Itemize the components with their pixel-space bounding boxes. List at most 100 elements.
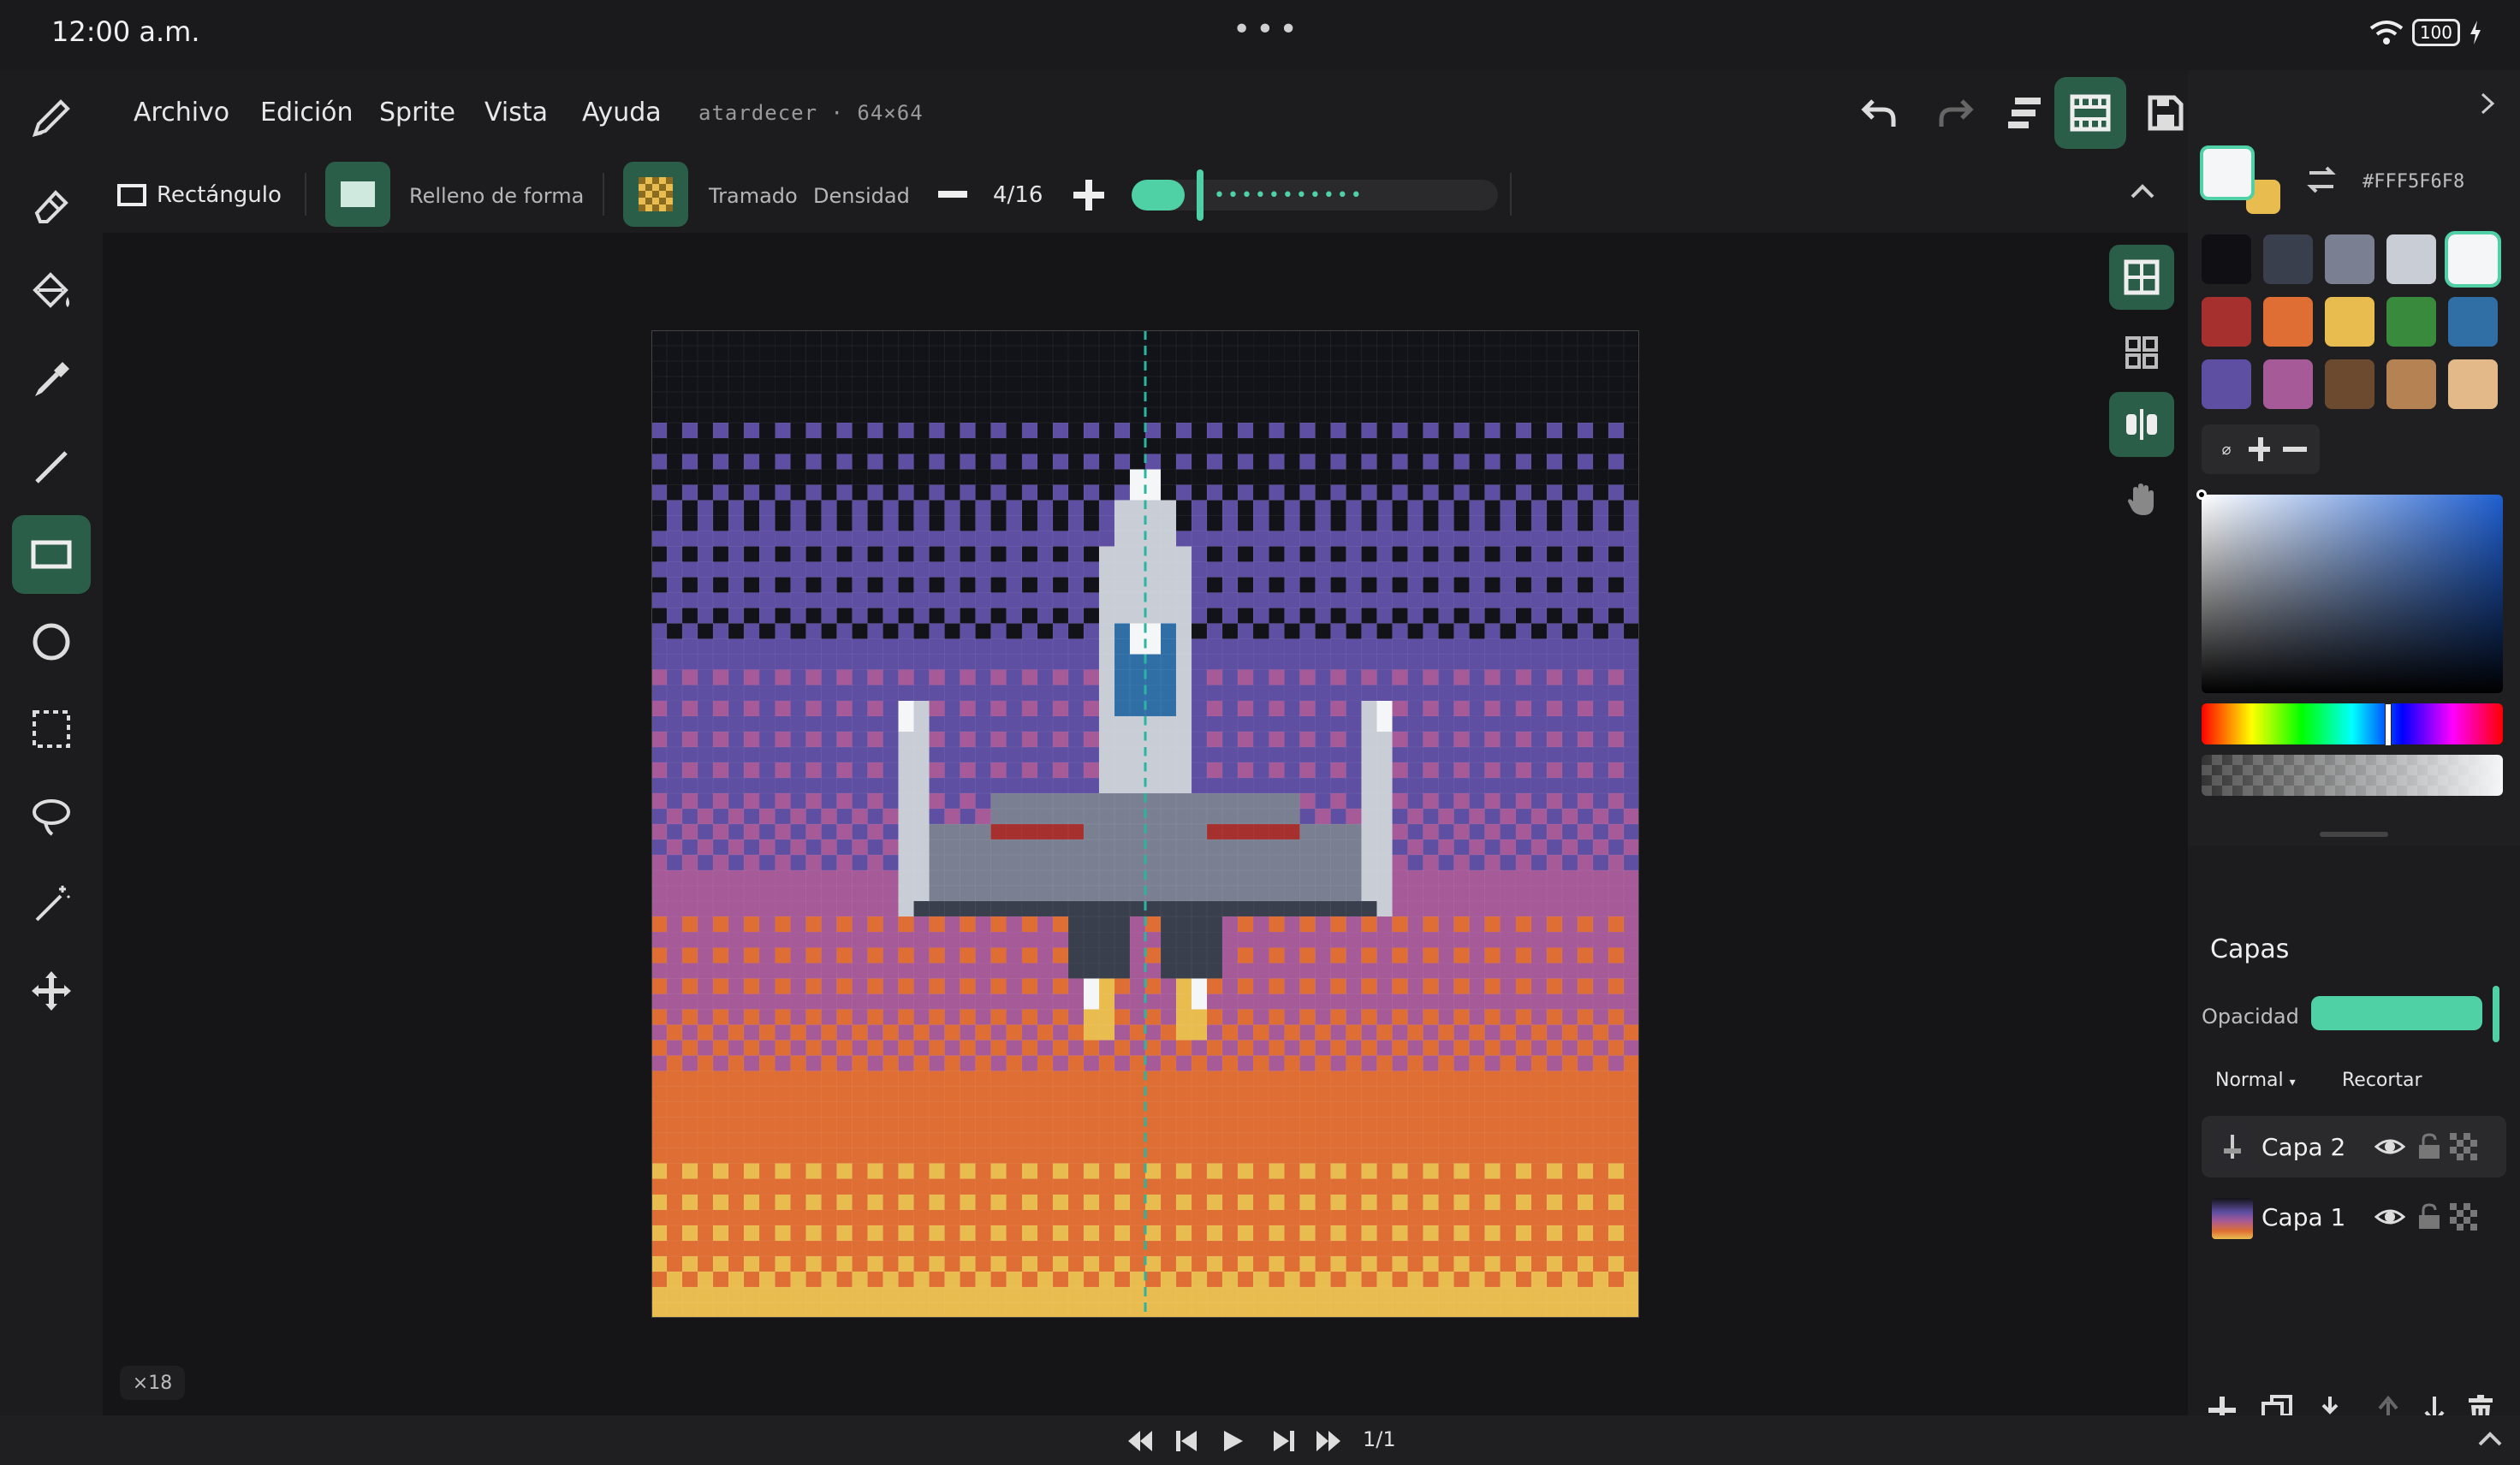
alpha-lock-icon[interactable]: [2448, 1201, 2479, 1232]
dither-pixel: [1577, 1194, 1593, 1210]
grid-toggle[interactable]: [2109, 245, 2174, 310]
hue-slider-thumb[interactable]: [2385, 703, 2392, 746]
primary-color-swatch[interactable]: [2200, 145, 2255, 200]
dither-pixel: [1608, 1163, 1624, 1179]
menu-edicion[interactable]: Edición: [260, 98, 354, 128]
magic-wand-tool[interactable]: [12, 864, 91, 943]
rectangle-tool[interactable]: [12, 515, 91, 594]
menu-vista[interactable]: Vista: [484, 98, 548, 128]
panel-resize-handle[interactable]: [2320, 832, 2388, 837]
palette-swatch[interactable]: [2325, 359, 2374, 409]
hex-color-value[interactable]: #FFF5F6F8: [2362, 171, 2464, 193]
dither-pixel: [1484, 731, 1501, 747]
layer-row-1[interactable]: Capa 1: [2202, 1186, 2506, 1248]
palette-swatch[interactable]: [2445, 231, 2501, 288]
saturation-value-picker[interactable]: [2196, 489, 2503, 693]
swap-colors-icon[interactable]: [2304, 163, 2339, 197]
collapse-options-chevron-icon[interactable]: [2130, 183, 2155, 200]
layer-name[interactable]: Capa 2: [2261, 1133, 2345, 1161]
clip-button[interactable]: Recortar: [2342, 1070, 2422, 1091]
line-tool[interactable]: [12, 428, 91, 507]
density-decrease-button[interactable]: [938, 188, 967, 200]
palette-swatch[interactable]: [2325, 234, 2374, 284]
pencil-tool[interactable]: [12, 79, 91, 157]
expand-timeline-chevron-icon[interactable]: [2477, 1431, 2503, 1448]
dither-pixel: [990, 916, 1007, 933]
eraser-tool[interactable]: [12, 166, 91, 245]
opacity-slider-thumb[interactable]: [2493, 986, 2499, 1042]
dither-pixel: [1361, 515, 1377, 531]
lock-icon[interactable]: [2414, 1131, 2445, 1162]
density-slider[interactable]: •••••••••••: [1132, 169, 1498, 221]
palette-swatch[interactable]: [2325, 297, 2374, 347]
lasso-tool[interactable]: [12, 777, 91, 856]
density-increase-button[interactable]: [1073, 180, 1104, 211]
dither-pixel: [1376, 500, 1393, 516]
palette-swatch[interactable]: [2202, 359, 2251, 409]
palette-swatch[interactable]: [2448, 297, 2498, 347]
dither-pixel: [1392, 1040, 1408, 1056]
dither-pixel: [1269, 762, 1285, 778]
menu-ayuda[interactable]: Ayuda: [582, 98, 662, 128]
blend-mode-dropdown[interactable]: Normal ▾: [2215, 1070, 2296, 1091]
dither-pixel: [713, 1255, 729, 1272]
collapse-panel-chevron-icon[interactable]: [2479, 91, 2496, 116]
mirror-symmetry-toggle[interactable]: [2109, 392, 2174, 457]
palette-swatch[interactable]: [2202, 234, 2251, 284]
palette-swatch[interactable]: [2386, 234, 2436, 284]
move-tool[interactable]: [12, 952, 91, 1030]
dither-pixel: [1037, 1271, 1053, 1287]
dither-pixel: [1253, 500, 1269, 516]
remove-palette-color-button[interactable]: [2270, 424, 2320, 474]
palette-swatch[interactable]: [2263, 297, 2313, 347]
menu-sprite[interactable]: Sprite: [379, 98, 455, 128]
undo-button[interactable]: [1844, 77, 1916, 149]
alpha-lock-icon[interactable]: [2448, 1131, 2479, 1162]
ellipse-tool[interactable]: [12, 602, 91, 681]
redo-button[interactable]: [1919, 77, 1991, 149]
eyedropper-tool[interactable]: [12, 341, 91, 419]
timeline-toggle-button[interactable]: [2054, 77, 2126, 149]
menu-archivo[interactable]: Archivo: [134, 98, 229, 128]
sv-picker-handle[interactable]: [2196, 489, 2207, 500]
shape-fill-toggle[interactable]: [325, 162, 390, 227]
dither-pixel: [867, 608, 883, 624]
pixel-canvas[interactable]: [651, 330, 1639, 1318]
palette-swatch[interactable]: [2386, 297, 2436, 347]
pan-hand-tool[interactable]: [2109, 467, 2174, 532]
palette-swatch[interactable]: [2386, 359, 2436, 409]
layer-opacity-slider[interactable]: [2311, 996, 2482, 1030]
dither-pixel: [775, 762, 791, 778]
alpha-slider[interactable]: [2202, 755, 2503, 796]
hue-slider[interactable]: [2202, 703, 2503, 746]
dither-toggle[interactable]: [623, 162, 688, 227]
dither-pixel: [1423, 855, 1439, 871]
palette-swatch[interactable]: [2448, 359, 2498, 409]
palette-swatch[interactable]: [2263, 234, 2313, 284]
dither-pixel: [1207, 1194, 1223, 1210]
layer-name[interactable]: Capa 1: [2261, 1203, 2345, 1231]
next-frame-icon[interactable]: [1270, 1427, 1298, 1455]
palette-swatch[interactable]: [2263, 359, 2313, 409]
first-frame-icon[interactable]: [1126, 1427, 1154, 1455]
dither-pixel: [852, 500, 868, 516]
eye-icon[interactable]: [2374, 1131, 2405, 1162]
dither-pixel: [1423, 824, 1439, 840]
dither-pixel: [1330, 1255, 1346, 1272]
eye-icon[interactable]: [2374, 1201, 2405, 1232]
align-button[interactable]: [1988, 77, 2059, 149]
dither-pixel: [1269, 1163, 1285, 1179]
play-icon[interactable]: [1219, 1427, 1246, 1455]
dither-pixel: [1577, 824, 1593, 840]
lock-icon[interactable]: [2414, 1201, 2445, 1232]
last-frame-icon[interactable]: [1315, 1427, 1342, 1455]
layer-row-2[interactable]: Capa 2: [2202, 1116, 2506, 1177]
bucket-fill-tool[interactable]: [12, 253, 91, 332]
marquee-select-tool[interactable]: [12, 690, 91, 768]
density-slider-thumb[interactable]: [1197, 169, 1204, 221]
multitasking-dots-icon[interactable]: •••: [1233, 12, 1303, 47]
tile-mode-toggle[interactable]: [2109, 320, 2174, 385]
dither-pixel: [990, 947, 1007, 964]
previous-frame-icon[interactable]: [1173, 1427, 1200, 1455]
palette-swatch[interactable]: [2202, 297, 2251, 347]
